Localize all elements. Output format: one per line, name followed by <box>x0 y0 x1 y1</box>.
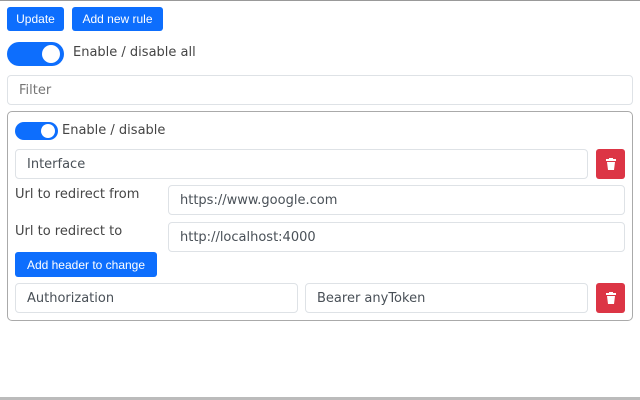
trash-icon <box>605 158 616 170</box>
redirect-from-label: Url to redirect from <box>15 187 140 202</box>
rule-enable-toggle[interactable] <box>15 122 58 140</box>
enable-all-label: Enable / disable all <box>73 45 196 60</box>
toggle-knob <box>41 124 55 138</box>
add-new-rule-button[interactable]: Add new rule <box>72 7 163 31</box>
redirect-to-label: Url to redirect to <box>15 224 123 239</box>
top-border <box>0 0 640 1</box>
redirect-from-input[interactable]: https://www.google.com <box>168 185 625 215</box>
delete-header-button[interactable] <box>596 283 625 313</box>
rule-enable-label: Enable / disable <box>62 123 166 138</box>
header-value-input[interactable]: Bearer anyToken <box>305 283 588 313</box>
filter-input[interactable] <box>7 75 633 105</box>
redirect-to-input[interactable]: http://localhost:4000 <box>168 222 625 252</box>
delete-rule-button[interactable] <box>596 149 625 179</box>
rule-name-input[interactable]: Interface <box>15 149 588 179</box>
trash-icon <box>605 292 616 304</box>
update-button[interactable]: Update <box>7 7 64 31</box>
enable-all-toggle[interactable] <box>7 42 64 66</box>
toggle-knob <box>42 45 60 63</box>
header-name-input[interactable]: Authorization <box>15 283 298 313</box>
add-header-button[interactable]: Add header to change <box>15 252 157 277</box>
